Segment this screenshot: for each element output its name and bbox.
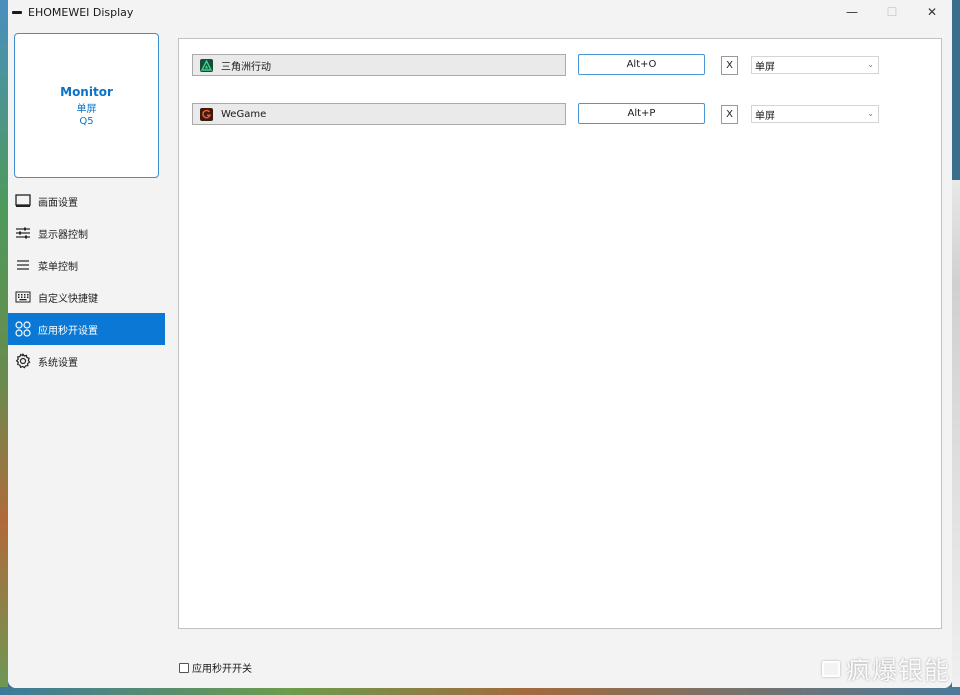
sidebar-item-label: 画面设置 bbox=[38, 197, 78, 209]
checkbox[interactable] bbox=[179, 662, 189, 673]
sidebar-nav: 画面设置 显示器控制 菜单控制 自定义快捷键 应用秒开设置 系统设置 bbox=[8, 185, 168, 377]
title-bar[interactable]: EHOMEWEI Display — ☐ ✕ bbox=[8, 0, 952, 24]
app-row: WeGame Alt+P X 单屏 ⌄ bbox=[192, 103, 882, 125]
display-mode-select[interactable]: 单屏 ⌄ bbox=[751, 105, 879, 123]
sidebar-item-system-settings[interactable]: 系统设置 bbox=[8, 345, 168, 377]
display-mode-select[interactable]: 单屏 ⌄ bbox=[751, 56, 879, 74]
monitor-mode: 单屏 bbox=[76, 103, 97, 115]
desktop-background-right bbox=[952, 180, 960, 695]
sidebar-item-custom-shortcuts[interactable]: 自定义快捷键 bbox=[8, 281, 168, 313]
sliders-icon bbox=[14, 224, 32, 242]
sidebar-item-label: 自定义快捷键 bbox=[38, 293, 98, 305]
watermark-text: 疯爆银能 bbox=[845, 656, 950, 685]
app-name-field: WeGame bbox=[192, 103, 566, 125]
watermark-logo-icon bbox=[821, 661, 840, 677]
menu-icon bbox=[14, 256, 32, 274]
desktop-background-bottom bbox=[0, 687, 960, 695]
app-quick-launch-toggle[interactable]: 应用秒开开关 bbox=[179, 660, 252, 675]
sidebar-item-label: 系统设置 bbox=[38, 357, 78, 369]
sidebar-item-menu-control[interactable]: 菜单控制 bbox=[8, 249, 168, 281]
delta-force-logo-icon bbox=[200, 58, 213, 72]
sidebar: Monitor 单屏 Q5 画面设置 显示器控制 菜单控制 自定义快捷键 应用秒… bbox=[8, 24, 168, 688]
app-name: WeGame bbox=[221, 108, 267, 120]
app-name-field: 三角洲行动 bbox=[192, 54, 566, 76]
keyboard-icon bbox=[14, 288, 32, 306]
sidebar-item-picture-settings[interactable]: 画面设置 bbox=[8, 185, 168, 217]
chevron-down-icon: ⌄ bbox=[867, 60, 874, 69]
sidebar-item-label: 显示器控制 bbox=[38, 229, 88, 241]
close-button[interactable]: ✕ bbox=[912, 0, 952, 24]
remove-app-button[interactable]: X bbox=[721, 105, 738, 124]
app-row: 三角洲行动 Alt+O X 单屏 ⌄ bbox=[192, 54, 882, 76]
toggle-label: 应用秒开开关 bbox=[192, 664, 252, 675]
sidebar-item-monitor-control[interactable]: 显示器控制 bbox=[8, 217, 168, 249]
main-area: Monitor 单屏 Q5 画面设置 显示器控制 菜单控制 自定义快捷键 应用秒… bbox=[8, 24, 952, 688]
app-logo-icon bbox=[12, 10, 22, 14]
sidebar-item-app-quick-launch[interactable]: 应用秒开设置 bbox=[8, 313, 165, 345]
monitor-card[interactable]: Monitor 单屏 Q5 bbox=[14, 33, 159, 178]
app-name: 三角洲行动 bbox=[221, 61, 271, 73]
hotkey-input[interactable]: Alt+O bbox=[578, 54, 705, 75]
display-mode-value: 单屏 bbox=[755, 110, 775, 122]
remove-app-button[interactable]: X bbox=[721, 56, 738, 75]
gear-icon bbox=[14, 352, 32, 370]
monitor-name: Monitor bbox=[60, 84, 113, 99]
window-controls: — ☐ ✕ bbox=[832, 0, 952, 24]
minimize-button[interactable]: — bbox=[832, 0, 872, 24]
window-title: EHOMEWEI Display bbox=[28, 5, 134, 19]
apps-grid-icon bbox=[14, 320, 32, 338]
sidebar-item-label: 菜单控制 bbox=[38, 261, 78, 273]
app-list-panel: 三角洲行动 Alt+O X 单屏 ⌄ WeGame Alt+P X 单屏 ⌄ bbox=[178, 38, 942, 629]
chevron-down-icon: ⌄ bbox=[867, 109, 874, 118]
monitor-model: Q5 bbox=[79, 115, 94, 127]
app-window: EHOMEWEI Display — ☐ ✕ Monitor 单屏 Q5 画面设… bbox=[8, 0, 952, 688]
sidebar-item-label: 应用秒开设置 bbox=[38, 325, 98, 337]
maximize-button[interactable]: ☐ bbox=[872, 0, 912, 24]
hotkey-input[interactable]: Alt+P bbox=[578, 103, 705, 124]
display-mode-value: 单屏 bbox=[755, 61, 775, 73]
monitor-icon bbox=[14, 192, 32, 210]
watermark: 疯爆银能 bbox=[821, 651, 950, 687]
wegame-logo-icon bbox=[200, 107, 213, 121]
desktop-background-left bbox=[0, 0, 8, 695]
